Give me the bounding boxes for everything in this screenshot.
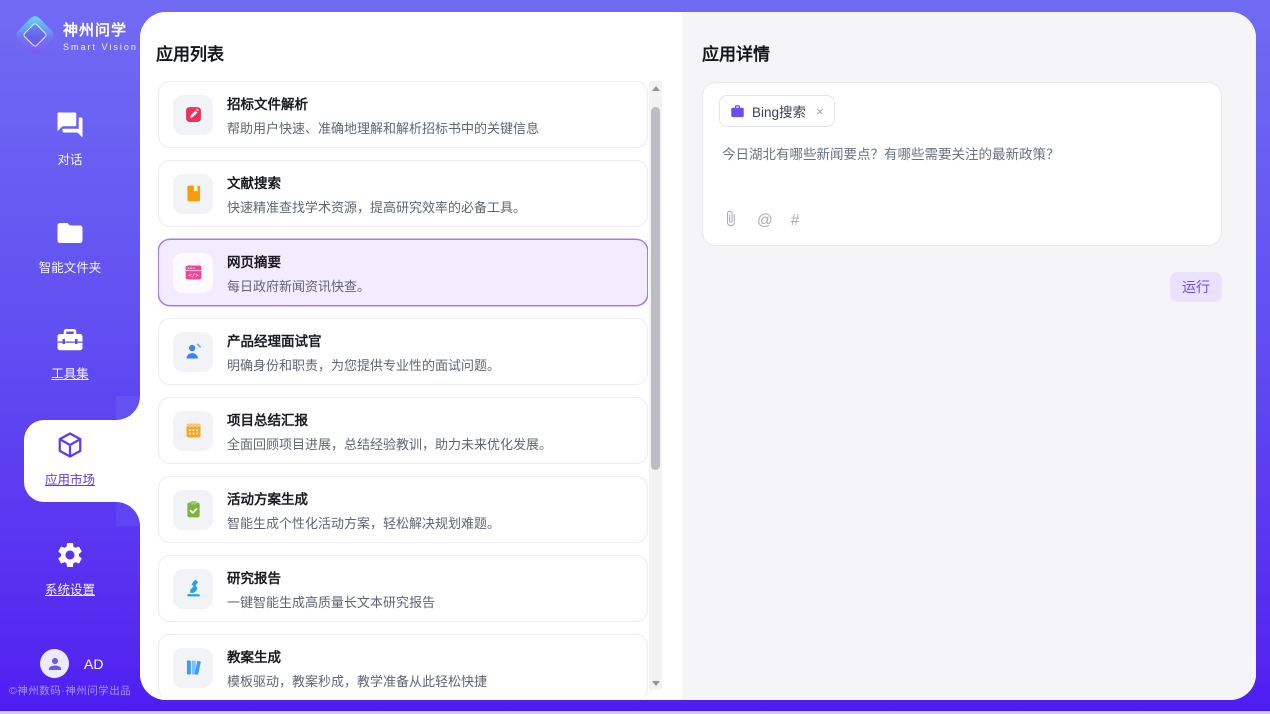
tool-chip-label: Bing搜索 bbox=[752, 101, 806, 121]
user-account[interactable]: AD bbox=[40, 649, 103, 678]
sidebar-item-chat[interactable]: 对话 bbox=[0, 110, 140, 168]
scrollbar-thumb[interactable] bbox=[651, 107, 660, 470]
app-name: 产品经理面试官 bbox=[227, 330, 500, 350]
app-item-lesson-plan[interactable]: 教案生成 模板驱动，教案秒成，教学准备从此轻松快捷 bbox=[158, 634, 648, 697]
app-icon-tile bbox=[173, 174, 213, 214]
app-item-tender-parse[interactable]: 招标文件解析 帮助用户快速、准确地理解和解析招标书中的关键信息 bbox=[158, 81, 648, 148]
hash-icon[interactable]: # bbox=[791, 212, 800, 230]
books-icon bbox=[183, 657, 204, 678]
app-icon-tile bbox=[173, 95, 213, 135]
calendar-report-icon bbox=[183, 420, 204, 441]
app-item-literature-search[interactable]: 文献搜索 快速精准查找学术资源，提高研究效率的必备工具。 bbox=[158, 160, 648, 227]
briefcase-icon bbox=[730, 104, 745, 119]
run-button[interactable]: 运行 bbox=[1170, 272, 1222, 302]
app-desc: 帮助用户快速、准确地理解和解析招标书中的关键信息 bbox=[227, 118, 539, 137]
sidebar-item-label: 应用市场 bbox=[0, 469, 140, 488]
avatar[interactable] bbox=[40, 649, 69, 678]
copyright-footer: ©神州数码·神州问学出品 bbox=[9, 683, 139, 698]
gear-icon bbox=[55, 557, 85, 574]
tool-chip-bing-search[interactable]: Bing搜索 × bbox=[719, 95, 835, 127]
book-icon bbox=[183, 183, 204, 204]
app-icon-tile bbox=[173, 648, 213, 688]
person-icon bbox=[46, 655, 64, 673]
web-code-icon: </> bbox=[183, 262, 204, 283]
app-desc: 明确身份和职责，为您提供专业性的面试问题。 bbox=[227, 355, 500, 374]
input-toolbar: @ # bbox=[722, 210, 799, 232]
document-edit-icon bbox=[183, 104, 204, 125]
app-list: 招标文件解析 帮助用户快速、准确地理解和解析招标书中的关键信息 文献搜索 快速精… bbox=[158, 81, 648, 697]
app-list-scrollbar[interactable] bbox=[649, 81, 662, 690]
app-icon-tile bbox=[173, 569, 213, 609]
svg-text:</>: </> bbox=[188, 273, 199, 279]
active-nav-curve-top bbox=[116, 396, 140, 420]
brand-gem-icon bbox=[14, 14, 56, 56]
sidebar-item-smart-folders[interactable]: 智能文件夹 bbox=[0, 218, 140, 276]
toolbox-icon bbox=[55, 341, 85, 358]
sidebar-item-toolset[interactable]: 工具集 bbox=[0, 324, 140, 382]
app-name: 研究报告 bbox=[227, 567, 435, 587]
app-name: 招标文件解析 bbox=[227, 93, 539, 113]
app-name: 教案生成 bbox=[227, 646, 487, 666]
folder-icon bbox=[55, 235, 85, 252]
sidebar-item-label: 智能文件夹 bbox=[0, 257, 140, 276]
app-desc: 模板驱动，教案秒成，教学准备从此轻松快捷 bbox=[227, 671, 487, 690]
interviewer-icon bbox=[183, 341, 204, 362]
microscope-icon bbox=[183, 578, 204, 599]
prompt-card: Bing搜索 × 今日湖北有哪些新闻要点？有哪些需要关注的最新政策？ @ # bbox=[702, 82, 1222, 246]
brand-logo: 神州问学 Smart Vision bbox=[16, 16, 138, 54]
active-nav-curve-bottom bbox=[116, 502, 140, 526]
app-item-pm-interviewer[interactable]: 产品经理面试官 明确身份和职责，为您提供专业性的面试问题。 bbox=[158, 318, 648, 385]
attach-file-icon[interactable] bbox=[722, 210, 739, 232]
app-icon-tile: </> bbox=[173, 253, 213, 293]
sidebar: 神州问学 Smart Vision 对话 智能文件夹 工具集 应用市场 系统设 bbox=[0, 0, 140, 711]
user-initials: AD bbox=[84, 656, 103, 672]
scroll-down-arrow-icon[interactable] bbox=[649, 676, 662, 690]
main-window: 应用列表 招标文件解析 帮助用户快速、准确地理解和解析招标书中的关键信息 文献搜… bbox=[140, 12, 1256, 700]
brand-tagline: Smart Vision bbox=[63, 42, 138, 52]
clipboard-check-icon bbox=[183, 499, 204, 520]
app-name: 文献搜索 bbox=[227, 172, 526, 192]
app-icon-tile bbox=[173, 411, 213, 451]
scroll-up-arrow-icon[interactable] bbox=[649, 81, 662, 95]
app-list-panel: 应用列表 招标文件解析 帮助用户快速、准确地理解和解析招标书中的关键信息 文献搜… bbox=[140, 12, 682, 700]
app-item-project-summary[interactable]: 项目总结汇报 全面回顾项目进展，总结经验教训，助力未来优化发展。 bbox=[158, 397, 648, 464]
app-item-research-report[interactable]: 研究报告 一键智能生成高质量长文本研究报告 bbox=[158, 555, 648, 622]
sidebar-item-label: 系统设置 bbox=[0, 579, 140, 598]
app-item-web-summary[interactable]: </> 网页摘要 每日政府新闻资讯快查。 bbox=[158, 239, 648, 306]
app-desc: 全面回顾项目进展，总结经验教训，助力未来优化发展。 bbox=[227, 434, 552, 453]
app-item-event-plan[interactable]: 活动方案生成 智能生成个性化活动方案，轻松解决规划难题。 bbox=[158, 476, 648, 543]
cube-icon bbox=[55, 447, 85, 464]
brand-name: 神州问学 bbox=[63, 19, 138, 40]
sidebar-item-label: 工具集 bbox=[0, 363, 140, 382]
app-desc: 快速精准查找学术资源，提高研究效率的必备工具。 bbox=[227, 197, 526, 216]
app-icon-tile bbox=[173, 490, 213, 530]
app-desc: 智能生成个性化活动方案，轻松解决规划难题。 bbox=[227, 513, 500, 532]
chip-close-icon[interactable]: × bbox=[816, 104, 824, 119]
app-detail-panel: 应用详情 Bing搜索 × 今日湖北有哪些新闻要点？有哪些需要关注的最新政策？ … bbox=[682, 12, 1256, 700]
app-name: 网页摘要 bbox=[227, 251, 370, 271]
chat-icon bbox=[55, 127, 85, 144]
sidebar-item-settings[interactable]: 系统设置 bbox=[0, 540, 140, 598]
app-icon-tile bbox=[173, 332, 213, 372]
sidebar-item-app-market[interactable]: 应用市场 bbox=[0, 430, 140, 488]
app-name: 活动方案生成 bbox=[227, 488, 500, 508]
mention-icon[interactable]: @ bbox=[757, 212, 773, 230]
app-detail-title: 应用详情 bbox=[702, 40, 770, 65]
app-desc: 每日政府新闻资讯快查。 bbox=[227, 276, 370, 295]
app-desc: 一键智能生成高质量长文本研究报告 bbox=[227, 592, 435, 611]
app-name: 项目总结汇报 bbox=[227, 409, 552, 429]
sidebar-item-label: 对话 bbox=[0, 149, 140, 168]
app-list-title: 应用列表 bbox=[156, 40, 224, 65]
prompt-input[interactable]: 今日湖北有哪些新闻要点？有哪些需要关注的最新政策？ bbox=[722, 145, 1203, 165]
